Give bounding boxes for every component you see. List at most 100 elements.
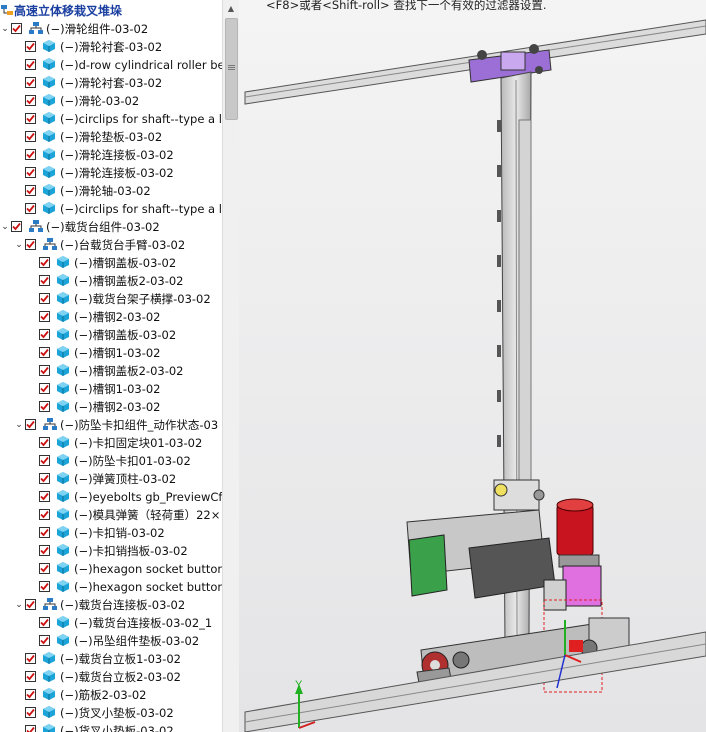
visibility-checkbox[interactable] [25,113,36,124]
feature-tree[interactable]: 高速立体移栽叉堆垛 ⌄ (−)滑轮组件-03-02 (−)滑轮衬套-03-02 (−)… [0,0,222,732]
tree-item[interactable]: (−)卡扣销-03-02 [0,524,222,542]
visibility-checkbox[interactable] [39,563,50,574]
visibility-checkbox[interactable] [25,689,36,700]
tree-item[interactable]: ⌄ (−)载货台组件-03-02 [0,218,222,236]
visibility-checkbox[interactable] [39,383,50,394]
tree-item[interactable]: (−)eyebolts gb_PreviewCfg- [0,488,222,506]
visibility-checkbox[interactable] [25,203,36,214]
tree-item[interactable]: (−)载货台立板2-03-02 [0,668,222,686]
tree-item[interactable]: (−)槽钢盖板2-03-02 [0,272,222,290]
visibility-checkbox[interactable] [39,347,50,358]
tree-item[interactable]: (−)槽钢盖板2-03-02 [0,362,222,380]
tree-item[interactable]: (−)弹簧顶柱-03-02 [0,470,222,488]
visibility-checkbox[interactable] [25,419,36,430]
tree-item-label: (−)载货台连接板-03-02 [60,598,186,612]
visibility-checkbox[interactable] [39,329,50,340]
scroll-up-arrow-icon[interactable]: ▲ [223,0,239,18]
visibility-checkbox[interactable] [39,545,50,556]
tree-item-label: (−)吊坠组件垫板-03-02 [74,634,200,648]
tree-item[interactable]: (−)槽钢2-03-02 [0,308,222,326]
tree-item[interactable]: (−)hexagon socket button h [0,578,222,596]
visibility-checkbox[interactable] [25,131,36,142]
visibility-checkbox[interactable] [39,257,50,268]
visibility-checkbox[interactable] [39,437,50,448]
visibility-checkbox[interactable] [39,473,50,484]
tree-item[interactable]: (−)吊坠组件垫板-03-02 [0,632,222,650]
visibility-checkbox[interactable] [25,653,36,664]
expand-chevron-icon[interactable]: ⌄ [0,20,10,38]
part-icon [42,57,58,73]
expand-chevron-icon[interactable]: ⌄ [0,218,10,236]
visibility-checkbox[interactable] [39,365,50,376]
tree-item[interactable]: (−)hexagon socket button h [0,560,222,578]
tree-item[interactable]: (−)槽钢盖板-03-02 [0,254,222,272]
expand-chevron-icon[interactable]: ⌄ [14,236,24,254]
visibility-checkbox[interactable] [39,455,50,466]
tree-item[interactable]: (−)载货台架子横撑-03-02 [0,290,222,308]
expand-chevron-icon[interactable]: ⌄ [14,596,24,614]
tree-item[interactable]: ⌄ (−)防坠卡扣组件_动作状态-03 [0,416,222,434]
visibility-checkbox[interactable] [25,59,36,70]
tree-item[interactable]: (−)防坠卡扣01-03-02 [0,452,222,470]
visibility-checkbox[interactable] [39,311,50,322]
graphics-viewport[interactable]: Y <F8>或者<Shift-roll> 查找下一个有效的过滤器设置. [239,0,706,732]
visibility-checkbox[interactable] [25,41,36,52]
tree-item[interactable]: (−)载货台连接板-03-02_1 [0,614,222,632]
visibility-checkbox[interactable] [39,509,50,520]
tree-item[interactable]: (−)滑轮衬套-03-02 [0,74,222,92]
tree-item[interactable]: (−)载货台立板1-03-02 [0,650,222,668]
tree-item[interactable]: (−)滑轮垫板-03-02 [0,128,222,146]
visibility-checkbox[interactable] [39,635,50,646]
visibility-checkbox[interactable] [39,401,50,412]
part-icon [42,165,58,181]
tree-item[interactable]: (−)槽钢1-03-02 [0,380,222,398]
visibility-checkbox[interactable] [25,77,36,88]
visibility-checkbox[interactable] [39,275,50,286]
assembly-icon [42,417,58,433]
tree-item[interactable]: (−)货叉小垫板-03-02 [0,722,222,732]
tree-item[interactable]: (−)模具弹簧（轻荷重）22× [0,506,222,524]
visibility-checkbox[interactable] [39,617,50,628]
expand-chevron-icon[interactable]: ⌄ [14,416,24,434]
visibility-checkbox[interactable] [25,185,36,196]
tree-item-label: (−)载货台连接板-03-02_1 [74,616,213,630]
visibility-checkbox[interactable] [11,23,22,34]
visibility-checkbox[interactable] [39,527,50,538]
tree-item[interactable]: (−)槽钢盖板-03-02 [0,326,222,344]
visibility-checkbox[interactable] [11,221,22,232]
part-icon [56,543,72,559]
visibility-checkbox[interactable] [25,725,36,732]
tree-item[interactable]: (−)槽钢2-03-02 [0,398,222,416]
tree-scrollbar[interactable]: ▲ [222,0,239,732]
tree-item[interactable]: (−)滑轮轴-03-02 [0,182,222,200]
visibility-checkbox[interactable] [25,95,36,106]
tree-item[interactable]: ⌄ (−)载货台连接板-03-02 [0,596,222,614]
tree-item[interactable]: ⌄ (−)台载货台手臂-03-02 [0,236,222,254]
scroll-thumb[interactable] [225,18,238,120]
tree-item[interactable]: (−)货叉小垫板-03-02 [0,704,222,722]
tree-item[interactable]: ⌄ (−)滑轮组件-03-02 [0,20,222,38]
visibility-checkbox[interactable] [25,671,36,682]
tree-item[interactable]: (−)circlips for shaft--type a lar [0,200,222,218]
visibility-checkbox[interactable] [25,707,36,718]
tree-item[interactable]: (−)滑轮连接板-03-02 [0,164,222,182]
tree-item[interactable]: (−)卡扣销挡板-03-02 [0,542,222,560]
visibility-checkbox[interactable] [25,599,36,610]
visibility-checkbox[interactable] [25,239,36,250]
visibility-checkbox[interactable] [39,491,50,502]
tree-item[interactable]: (−)d-row cylindrical roller bear [0,56,222,74]
tree-item[interactable]: (−)卡扣固定块01-03-02 [0,434,222,452]
tree-item[interactable]: (−)槽钢1-03-02 [0,344,222,362]
tree-root[interactable]: 高速立体移栽叉堆垛 [0,2,222,20]
tree-item[interactable]: (−)circlips for shaft--type a lar [0,110,222,128]
tree-item[interactable]: (−)滑轮连接板-03-02 [0,146,222,164]
visibility-checkbox[interactable] [25,167,36,178]
tree-item[interactable]: (−)滑轮-03-02 [0,92,222,110]
tree-item-label: (−)滑轮衬套-03-02 [60,76,163,90]
tree-item[interactable]: (−)滑轮衬套-03-02 [0,38,222,56]
visibility-checkbox[interactable] [39,581,50,592]
visibility-checkbox[interactable] [39,293,50,304]
tree-item[interactable]: (−)筋板2-03-02 [0,686,222,704]
visibility-checkbox[interactable] [25,149,36,160]
tree-item-label: (−)滑轮连接板-03-02 [60,166,174,180]
